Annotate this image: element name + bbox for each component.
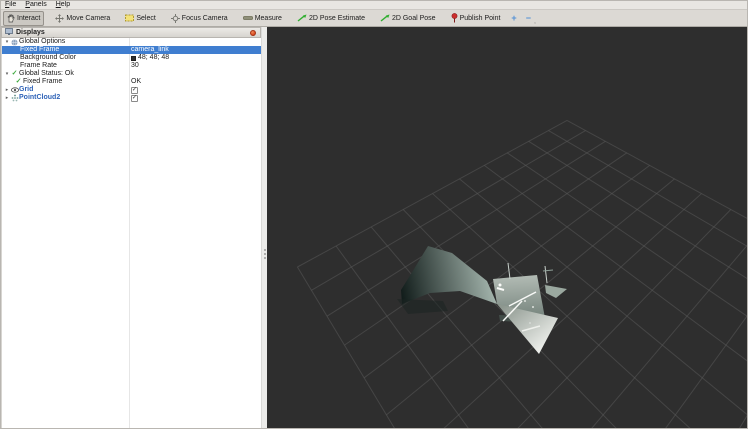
property-name: Background Color [20, 54, 76, 62]
property-value: OK [131, 78, 141, 86]
measure-icon [243, 15, 253, 21]
pose-estimate-arrow-icon [297, 14, 307, 22]
tool-select[interactable]: Select [121, 11, 159, 25]
displays-panel-icon [5, 28, 13, 37]
teal-band [401, 246, 497, 304]
3d-scene-canvas[interactable] [267, 27, 748, 429]
property-value[interactable]: 30 [131, 62, 139, 70]
grid-enabled-checkbox[interactable]: ✓ [131, 87, 138, 94]
displays-panel: Displays ▾ Global Options Fixed Frame ca… [1, 27, 261, 429]
tool-publish-point[interactable]: Publish Point [447, 10, 505, 26]
rviz-window: File Panels Help Interact Move Camera Se… [0, 0, 748, 429]
render-viewport[interactable] [267, 27, 747, 429]
property-value[interactable]: camera_link [131, 46, 169, 54]
property-name: Fixed Frame [20, 46, 59, 54]
splitter-handle-icon [264, 249, 266, 261]
tool-move-camera[interactable]: Move Camera [51, 11, 114, 26]
display-row-pointcloud2[interactable]: ▸ PointCloud2 ✓ [2, 94, 261, 102]
displays-panel-titlebar[interactable]: Displays [1, 27, 261, 38]
dark-smudge [397, 299, 448, 314]
remove-tool-button[interactable]: − [526, 14, 531, 22]
right-wing [545, 285, 567, 298]
tool-2d-pose-estimate[interactable]: 2D Pose Estimate [293, 11, 369, 25]
toolbar-extension-mark: , [534, 18, 536, 25]
menu-bar: File Panels Help [1, 1, 747, 10]
select-box-icon [125, 14, 134, 22]
menu-file[interactable]: File [5, 1, 16, 9]
status-check-icon: ✓ [14, 78, 23, 86]
color-swatch [131, 56, 136, 61]
tool-2d-goal-pose[interactable]: 2D Goal Pose [376, 11, 440, 25]
tool-interact[interactable]: Interact [3, 11, 44, 26]
pointcloud2-enabled-checkbox[interactable]: ✓ [131, 95, 138, 102]
display-row-background-color[interactable]: Background Color 48; 48; 48 [2, 54, 261, 62]
tool-focus-camera[interactable]: Focus Camera [167, 11, 232, 26]
property-value[interactable]: 48; 48; 48 [131, 54, 169, 62]
toolbar: Interact Move Camera Select Focus Camera… [1, 10, 747, 27]
eye-icon [10, 87, 19, 93]
menu-panels[interactable]: Panels [25, 1, 46, 9]
display-row-fixed-frame[interactable]: Fixed Frame camera_link [2, 46, 261, 54]
property-name: Fixed Frame [23, 78, 62, 86]
add-tool-button[interactable]: + [511, 14, 516, 22]
goal-pose-arrow-icon [380, 14, 390, 22]
color-value-text: 48; 48; 48 [138, 54, 169, 62]
display-row-status-fixed-frame[interactable]: ✓ Fixed Frame OK [2, 78, 261, 86]
interact-hand-icon [7, 14, 15, 23]
tool-measure[interactable]: Measure [239, 12, 286, 25]
focus-camera-icon [171, 14, 180, 23]
point-cloud [397, 246, 567, 354]
property-name: Global Options [19, 38, 65, 46]
property-name: Frame Rate [20, 62, 57, 70]
grid-lines [298, 120, 748, 429]
publish-point-pin-icon [451, 13, 458, 23]
display-row-global-status[interactable]: ▾ ✓ Global Status: Ok [2, 70, 261, 78]
panel-title-label: Displays [16, 29, 45, 36]
displays-tree: ▾ Global Options Fixed Frame camera_link… [1, 38, 261, 429]
menu-help[interactable]: Help [56, 1, 70, 9]
display-row-frame-rate[interactable]: Frame Rate 30 [2, 62, 261, 70]
move-camera-icon [55, 14, 64, 23]
pointcloud-icon [10, 94, 19, 102]
display-name: PointCloud2 [19, 94, 60, 102]
display-row-global-options[interactable]: ▾ Global Options [2, 38, 261, 46]
globe-icon [10, 39, 19, 46]
display-row-grid[interactable]: ▸ Grid ✓ [2, 86, 261, 94]
close-displays-button[interactable] [250, 30, 256, 36]
status-check-icon: ✓ [10, 70, 19, 78]
display-name: Grid [19, 86, 33, 94]
property-name: Global Status: Ok [19, 70, 74, 78]
